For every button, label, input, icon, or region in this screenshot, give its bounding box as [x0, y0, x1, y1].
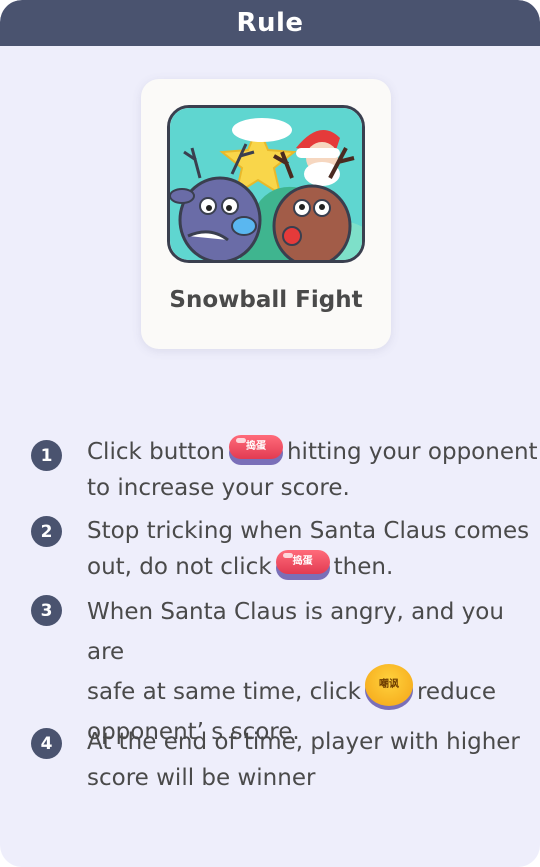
page-title: Rule	[236, 8, 304, 38]
game-thumbnail	[167, 105, 365, 263]
reindeer-santa-illustration	[170, 108, 362, 260]
rule-3-line1: When Santa Claus is angry, and you are	[87, 599, 504, 665]
rule-number-1: 1	[31, 440, 62, 471]
rule-4-line1: At the end of time, player with higher	[87, 729, 520, 755]
prank-button-icon: 捣蛋	[227, 433, 285, 467]
rule-2-text-before: out, do not click	[87, 554, 272, 580]
rule-1-line2: to increase your score.	[87, 475, 350, 501]
rule-number-3: 3	[31, 595, 62, 626]
rule-text-2: Stop tricking when Santa Claus comes out…	[87, 513, 540, 585]
prank-button-icon: 捣蛋	[274, 548, 332, 582]
game-title: Snowball Fight	[169, 287, 363, 313]
rule-text-1: Click button 捣蛋 hitting your opponent to i…	[87, 434, 540, 506]
taunt-button-label: 嘲讽	[364, 663, 413, 706]
rule-1-text-before: Click button	[87, 439, 225, 465]
rule-3-text-after: reduce	[416, 679, 497, 705]
rule-3-text-before: safe at same time, click	[87, 679, 361, 705]
taunt-button-icon: 嘲讽	[363, 660, 415, 712]
rule-2-line1: Stop tricking when Santa Claus comes	[87, 518, 530, 544]
game-card: Snowball Fight	[141, 79, 391, 349]
rule-panel: Rule Snowball Fight 1 Click button 捣蛋 hi…	[0, 0, 540, 867]
rule-2-text-after: then.	[333, 554, 394, 580]
rule-text-4: At the end of time, player with higher s…	[87, 724, 540, 796]
rule-number-2: 2	[31, 516, 62, 547]
rule-number-4: 4	[31, 728, 62, 759]
rule-4-line2: score will be winner	[87, 765, 316, 791]
header-bar: Rule	[0, 0, 540, 46]
rule-1-text-after: hitting your opponent	[286, 439, 538, 465]
